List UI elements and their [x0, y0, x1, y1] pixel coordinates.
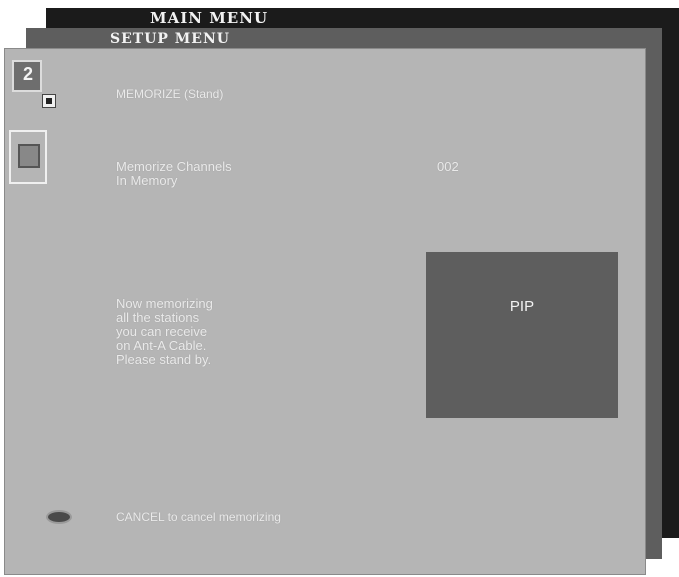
status-message-line: Now memorizing — [116, 296, 213, 311]
cancel-button-icon — [48, 512, 70, 522]
setup-menu-title[interactable]: SETUP MENU — [110, 31, 230, 47]
lock-icon — [42, 94, 56, 108]
cancel-hint: CANCEL to cancel memorizing — [116, 510, 281, 524]
pip-label: PIP — [509, 298, 535, 315]
channel-number-icon: 2 — [22, 64, 33, 84]
channel-count-value: 002 — [437, 159, 459, 174]
memorize-channels-icon[interactable]: 2 — [12, 60, 58, 112]
status-message-line: Please stand by. — [116, 352, 212, 367]
status-message-line: all the stations — [116, 310, 200, 325]
selected-menu-icon[interactable] — [9, 130, 47, 184]
main-menu-title[interactable]: MAIN MENU — [150, 9, 268, 27]
status-message-line: on Ant-A Cable. — [116, 338, 207, 353]
tv-screen-icon: 2 — [12, 60, 42, 92]
status-message-line: you can receive — [116, 324, 208, 339]
pip-window: PIP — [426, 252, 618, 418]
in-memory-label: In Memory — [116, 173, 178, 188]
section-title: MEMORIZE (Stand) — [116, 87, 224, 101]
blank-screen-icon — [18, 144, 40, 168]
memorize-channels-label: Memorize Channels — [116, 159, 232, 174]
